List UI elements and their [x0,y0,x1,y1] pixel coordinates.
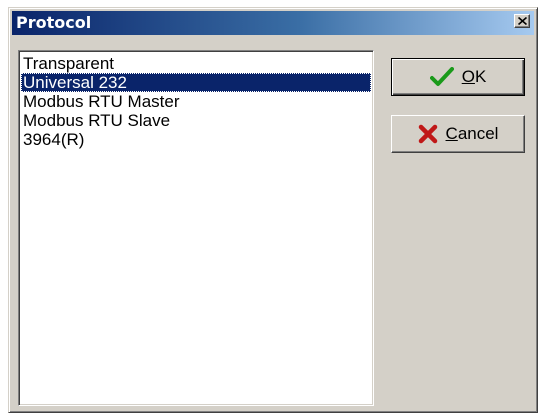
protocol-listbox[interactable]: Transparent Universal 232 Modbus RTU Mas… [18,50,374,406]
list-item-modbus-rtu-master[interactable]: Modbus RTU Master [21,92,371,111]
protocol-dialog: Protocol Transparent Universal 232 Modbu… [8,7,538,413]
list-item-3964r[interactable]: 3964(R) [21,130,371,149]
cancel-label: Cancel [446,124,499,144]
ok-button[interactable]: OK [391,58,525,96]
window-title: Protocol [16,13,92,32]
list-item-transparent[interactable]: Transparent [21,54,371,73]
close-button[interactable] [514,14,530,28]
checkmark-icon [429,67,454,87]
cancel-mnemonic: C [445,124,458,143]
list-item-universal-232[interactable]: Universal 232 [21,73,371,92]
x-icon [418,124,438,144]
title-bar[interactable]: Protocol [12,11,534,35]
list-item-modbus-rtu-slave[interactable]: Modbus RTU Slave [21,111,371,130]
close-icon [518,17,527,25]
ok-mnemonic: O [461,67,475,86]
ok-label-rest: K [474,67,487,86]
cancel-label-rest: ancel [457,124,499,143]
cancel-button[interactable]: Cancel [391,115,525,153]
ok-label: OK [462,67,487,87]
